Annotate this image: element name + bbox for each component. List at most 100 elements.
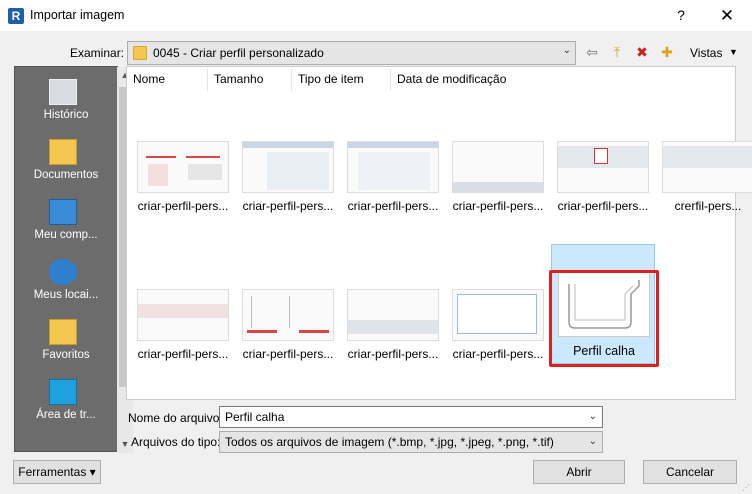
file-name: criar-perfil-pers... — [347, 347, 439, 361]
thumbnail-shape — [348, 142, 438, 148]
chevron-down-icon: ⌄ — [562, 45, 571, 56]
file-name: crerfil-pers... — [674, 199, 742, 213]
file-thumbnail — [662, 141, 752, 193]
file-item[interactable]: crerfil-pers... — [656, 123, 752, 241]
file-name: criar-perfil-pers... — [137, 347, 229, 361]
column-header-tipo[interactable]: Tipo de item — [298, 72, 364, 86]
help-button[interactable]: ? — [658, 0, 704, 31]
place-label: Favoritos — [42, 349, 90, 361]
filetype-select[interactable]: Todos os arquivos de imagem (*.bmp, *.jp… — [219, 431, 603, 453]
place-label: Meu comp... — [34, 229, 98, 241]
title-bar: R Importar imagem ? ✕ — [0, 0, 752, 31]
place-label: Área de tr... — [36, 409, 96, 421]
file-item[interactable]: criar-perfil-pers... — [236, 271, 340, 389]
place-meus-locais[interactable]: Meus locai... — [15, 251, 117, 309]
column-divider[interactable] — [390, 69, 391, 91]
window-title: Importar imagem — [30, 8, 125, 22]
tools-dropdown-icon: ▾ — [89, 465, 96, 479]
place-historico[interactable]: Histórico — [15, 71, 117, 129]
thumbnail-shape — [251, 296, 252, 328]
thumbnail-shape — [457, 294, 537, 334]
filetype-label: Arquivos do tipo: — [131, 435, 221, 449]
thumbnail-sketch-line — [247, 330, 277, 333]
file-thumbnail — [557, 141, 649, 193]
column-header-nome[interactable]: Nome — [133, 72, 165, 86]
thumbnail-shape — [348, 320, 438, 334]
file-item[interactable]: criar-perfil-pers... — [131, 123, 235, 241]
file-item[interactable]: criar-perfil-pers... — [131, 271, 235, 389]
delete-icon[interactable]: ✖ — [632, 42, 652, 62]
file-name: criar-perfil-pers... — [452, 347, 544, 361]
file-item[interactable]: criar-perfil-pers... — [551, 123, 655, 241]
column-header-tamanho[interactable]: Tamanho — [214, 72, 263, 86]
file-thumbnail — [137, 289, 229, 341]
place-area-de-trabalho[interactable]: Área de tr... — [15, 371, 117, 429]
tools-label: Ferramentas — [18, 465, 87, 479]
column-divider[interactable] — [291, 69, 292, 91]
history-icon — [49, 79, 77, 105]
thumbnail-shape — [138, 304, 228, 318]
thumbnail-shape — [188, 164, 222, 180]
file-thumbnail — [452, 141, 544, 193]
file-thumbnail — [137, 141, 229, 193]
file-name: criar-perfil-pers... — [242, 199, 334, 213]
file-item[interactable]: criar-perfil-pers... — [341, 123, 445, 241]
filename-input[interactable]: Perfil calha ⌄ — [219, 406, 603, 428]
favorites-icon — [49, 319, 77, 345]
filename-label: Nome do arquivo: — [128, 411, 223, 425]
file-name: criar-perfil-pers... — [242, 347, 334, 361]
highlight-annotation — [549, 270, 659, 367]
file-item[interactable]: criar-perfil-pers... — [341, 271, 445, 389]
place-documentos[interactable]: Documentos — [15, 131, 117, 189]
filename-value: Perfil calha — [225, 410, 285, 424]
computer-icon — [49, 199, 77, 225]
thumbnail-shape — [663, 146, 752, 168]
file-item[interactable]: criar-perfil-pers... — [236, 123, 340, 241]
file-list[interactable]: Nome Tamanho Tipo de item Data de modifi… — [126, 66, 752, 400]
place-label: Documentos — [33, 169, 99, 181]
thumbnail-shape — [289, 296, 290, 328]
file-thumbnail — [452, 289, 544, 341]
new-folder-icon[interactable]: ✚ — [657, 42, 677, 62]
thumbnail-shape — [594, 148, 608, 164]
cancel-button[interactable]: Cancelar — [643, 460, 737, 484]
file-name: criar-perfil-pers... — [137, 199, 229, 213]
close-button[interactable]: ✕ — [704, 0, 750, 31]
open-button[interactable]: Abrir — [533, 460, 625, 484]
chevron-down-icon[interactable]: ⌄ — [589, 411, 597, 422]
thumbnail-sketch-line — [146, 156, 176, 158]
file-item[interactable]: criar-perfil-pers... — [446, 123, 550, 241]
column-divider[interactable] — [207, 69, 208, 91]
file-thumbnail — [347, 141, 439, 193]
folder-path-combobox[interactable]: 0045 - Criar perfil personalizado ⌄ — [127, 41, 576, 65]
chevron-down-icon[interactable]: ⌄ — [589, 436, 597, 447]
file-name: criar-perfil-pers... — [347, 199, 439, 213]
file-name: criar-perfil-pers... — [557, 199, 649, 213]
thumbnail-sketch-line — [299, 330, 329, 333]
column-header-data[interactable]: Data de modificação — [397, 72, 506, 86]
file-name: criar-perfil-pers... — [452, 199, 544, 213]
folder-icon — [133, 46, 147, 60]
thumbnail-shape — [358, 152, 430, 190]
file-thumbnail — [242, 141, 334, 193]
tools-button[interactable]: Ferramentas ▾ — [13, 460, 101, 484]
file-thumbnail — [347, 289, 439, 341]
filetype-value: Todos os arquivos de imagem (*.bmp, *.jp… — [225, 435, 554, 449]
resize-grip-icon[interactable]: ⋰ — [742, 483, 750, 492]
views-dropdown-icon[interactable]: ▼ — [729, 47, 738, 57]
thumbnail-shape — [148, 164, 168, 186]
desktop-icon — [49, 379, 77, 405]
place-label: Histórico — [43, 109, 89, 121]
place-meu-computador[interactable]: Meu comp... — [15, 191, 117, 249]
thumbnail-sketch-line — [186, 156, 220, 158]
file-item[interactable]: criar-perfil-pers... — [446, 271, 550, 389]
views-menu-button[interactable]: Vistas — [690, 46, 722, 60]
place-favoritos[interactable]: Favoritos — [15, 311, 117, 369]
examinar-label: Examinar: — [70, 46, 125, 60]
folder-path-text: 0045 - Criar perfil personalizado — [153, 46, 324, 60]
back-arrow-icon[interactable]: ⇦ — [582, 42, 602, 62]
place-label: Meus locai... — [33, 289, 99, 301]
file-thumbnail — [242, 289, 334, 341]
up-folder-icon[interactable]: ⤒ — [607, 42, 627, 62]
thumbnail-shape — [453, 182, 543, 192]
